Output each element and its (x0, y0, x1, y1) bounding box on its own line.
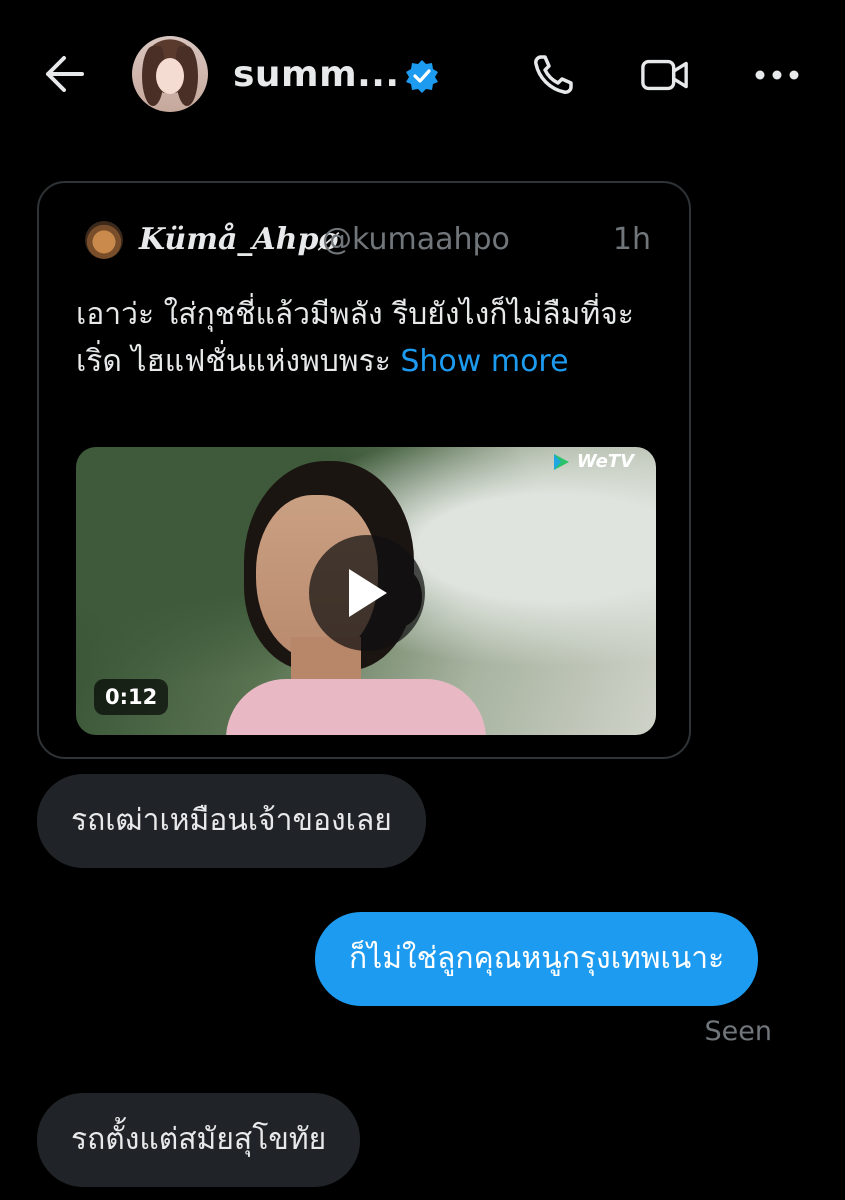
tweet-timestamp: 1h (612, 222, 651, 257)
tweet-author-handle: @kumaahpo (322, 222, 510, 257)
verified-badge-icon (406, 60, 438, 93)
call-button[interactable] (528, 50, 578, 100)
wetv-logo-icon (553, 453, 569, 470)
video-call-button[interactable] (640, 50, 690, 100)
dm-conversation-screen: summ... Kümå_Ahpø @kumaahpo 1h เอาว่ะ ใส… (0, 0, 845, 1200)
video-duration: 0:12 (94, 679, 169, 715)
video-camera-icon (641, 59, 688, 91)
wetv-watermark: WeTV (551, 451, 634, 472)
wetv-label: WeTV (576, 451, 634, 472)
message-incoming[interactable]: รถเฒ่าเหมือนเจ้าของเลย (37, 774, 426, 868)
tweet-video[interactable]: WeTV 0:12 (76, 447, 656, 735)
back-button[interactable] (38, 48, 90, 100)
tweet-author-name[interactable]: Kümå_Ahpø (139, 219, 338, 261)
tweet-text: เอาว่ะ ใส่กุชชี่แล้วมีพลัง รีบยังไงก็ไม่… (76, 291, 666, 385)
avatar[interactable] (132, 36, 208, 112)
message-incoming[interactable]: รถตั้งแต่สมัยสุโขทัย (37, 1093, 361, 1187)
seen-status: Seen (704, 1016, 772, 1047)
phone-icon (534, 55, 573, 94)
conversation-username[interactable]: summ... (233, 52, 400, 98)
play-button[interactable] (309, 535, 425, 651)
more-horizontal-icon (755, 70, 799, 80)
conversation-header: summ... (0, 0, 845, 150)
message-outgoing[interactable]: ก็ไม่ใช่ลูกคุณหนูกรุงเทพเนาะ (315, 912, 759, 1006)
video-thumbnail-shirt (226, 679, 486, 735)
show-more-link[interactable]: Show more (400, 344, 568, 379)
arrow-left-icon (46, 56, 84, 92)
tweet-author-avatar[interactable] (85, 221, 123, 259)
more-options-button[interactable] (752, 50, 802, 100)
avatar-face (156, 58, 184, 94)
play-icon (349, 569, 387, 617)
shared-tweet-card[interactable]: Kümå_Ahpø @kumaahpo 1h เอาว่ะ ใส่กุชชี่แ… (37, 181, 691, 759)
